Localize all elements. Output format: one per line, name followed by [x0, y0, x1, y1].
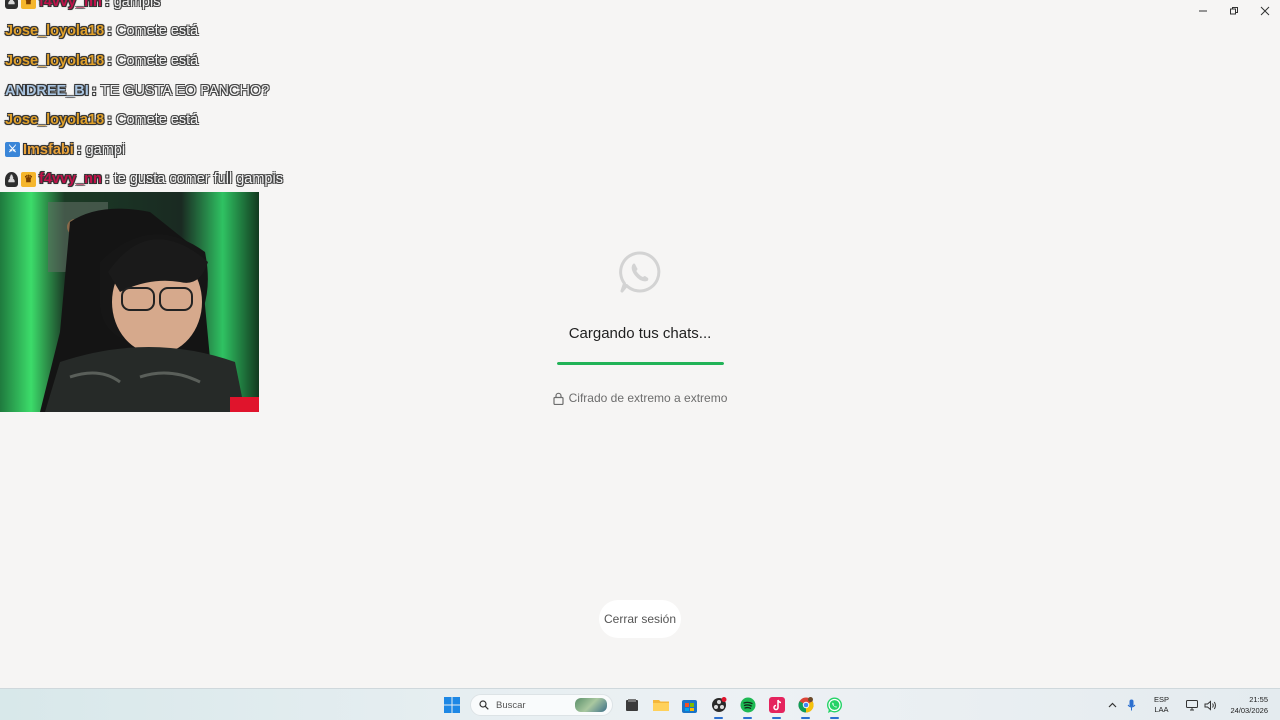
chat-separator: :: [107, 52, 112, 69]
language-switch[interactable]: ESP LAA: [1141, 689, 1181, 720]
whatsapp-icon: [827, 697, 842, 713]
person-badge-icon: ♟: [5, 0, 18, 10]
restore-icon: [1229, 7, 1238, 15]
chat-message: Jose_loyola18: Comete está: [0, 105, 420, 135]
chat-message: Jose_loyola18: Comete está: [0, 46, 420, 76]
close-icon: [1260, 6, 1269, 16]
chat-separator: :: [104, 0, 110, 10]
chat-text: Comete está: [116, 52, 199, 69]
loading-title: Cargando tus chats...: [568, 325, 712, 342]
chat-username: Jose_loyola18: [5, 112, 105, 129]
chat-username: ANDREE_BI: [5, 82, 89, 99]
clock-time: 21:55: [1249, 695, 1268, 704]
taskbar-app-obs[interactable]: [704, 689, 733, 720]
chevron-up-icon: [1109, 702, 1117, 708]
store-icon: [682, 699, 697, 713]
window-controls: [1187, 0, 1280, 22]
chat-text: te gusta comer full gampis: [113, 171, 283, 188]
close-button[interactable]: [1249, 0, 1280, 22]
folder-icon: [652, 700, 669, 711]
search-placeholder: Buscar: [496, 699, 526, 711]
chat-username: f4vvy_nn: [39, 171, 102, 188]
webcam-feed: [0, 192, 259, 412]
chat-separator: :: [76, 141, 82, 158]
windows-logo-icon: [443, 697, 460, 713]
chat-text: gampi: [85, 141, 126, 158]
microphone-icon: [1128, 699, 1136, 711]
taskbar-clock[interactable]: 21:55 24/03/2026: [1222, 694, 1280, 716]
encryption-notice: Cifrado de extremo a extremo: [440, 391, 840, 405]
person-badge-icon: ♟: [5, 171, 18, 187]
keyboard-layout: LAA: [1154, 705, 1169, 714]
chat-separator: :: [107, 23, 112, 40]
minimize-icon: [1198, 10, 1207, 12]
whatsapp-loading-panel: Cargando tus chats... Cifrado de extremo…: [440, 250, 840, 405]
webcam-image: [0, 192, 259, 412]
chat-separator: :: [107, 112, 112, 129]
chat-text: gampis: [113, 0, 161, 10]
restore-button[interactable]: [1218, 0, 1249, 22]
search-icon: [479, 700, 489, 710]
mod-badge-icon: ⚔: [5, 142, 20, 158]
system-tray: ESP LAA 21:55 24/03/2026: [1103, 689, 1280, 720]
taskbar-search[interactable]: Buscar: [470, 694, 613, 716]
obs-icon: [711, 697, 726, 712]
chrome-icon: [797, 697, 814, 713]
taskbar-app-spotify[interactable]: [733, 689, 762, 720]
lock-icon: [553, 392, 564, 405]
network-icon: [1186, 699, 1199, 710]
start-button[interactable]: [437, 689, 466, 720]
chat-separator: :: [104, 171, 110, 188]
taskbar-app-chrome[interactable]: [791, 689, 820, 720]
taskbar-app-whatsapp[interactable]: [820, 689, 849, 720]
chat-username: Jose_loyola18: [5, 52, 105, 69]
spotify-icon: [740, 697, 755, 713]
chat-username: Jose_loyola18: [5, 23, 105, 40]
chat-message: ANDREE_BI: TE GUSTA EO PANCHO?: [0, 76, 420, 106]
chat-username: Imsfabi: [23, 141, 74, 158]
chat-text: Comete está: [116, 112, 199, 129]
chat-message: Jose_loyola18: Comete está: [0, 17, 420, 47]
taskbar-apps: Buscar: [437, 689, 849, 720]
volume-icon: [1204, 699, 1217, 711]
taskbar-app-store[interactable]: [675, 689, 704, 720]
chat-text: Comete está: [116, 23, 199, 40]
minimize-button[interactable]: [1187, 0, 1218, 22]
chat-message: ⚔ Imsfabi: gampi: [0, 135, 420, 165]
chat-message: ♟ ♛ f4vvy_nn: te gusta comer full gampis: [0, 165, 420, 195]
loading-progress-bar: [556, 362, 724, 365]
language-code: ESP: [1153, 695, 1169, 704]
taskbar-app-tiktok[interactable]: [762, 689, 791, 720]
chat-message: ♟ ♛ f4vvy_nn: gampis: [0, 0, 420, 17]
taskbar: Buscar ESP LAA 21:55 24/03/2026: [0, 688, 1280, 720]
taskbar-app-notepad[interactable]: [617, 689, 646, 720]
taskbar-app-file-explorer[interactable]: [646, 689, 675, 720]
chat-username: f4vvy_nn: [39, 0, 102, 10]
tray-microphone[interactable]: [1122, 689, 1141, 720]
crown-badge-icon: ♛: [21, 0, 36, 10]
whatsapp-logo-icon: [619, 251, 661, 293]
search-highlight-image: [575, 698, 607, 712]
notepad-icon: [625, 699, 638, 711]
crown-badge-icon: ♛: [21, 171, 36, 187]
logout-button[interactable]: Cerrar sesión: [599, 600, 681, 638]
chat-text: TE GUSTA EO PANCHO?: [100, 82, 270, 99]
encryption-text: Cifrado de extremo a extremo: [568, 391, 728, 405]
chat-separator: :: [91, 82, 97, 99]
loading-progress-fill: [556, 362, 724, 365]
tray-overflow-button[interactable]: [1103, 689, 1122, 720]
clock-date: 24/03/2026: [1230, 706, 1268, 715]
tray-network-volume[interactable]: [1181, 689, 1222, 720]
stream-chat-overlay: ♟ ♛ f4vvy_nn: gampis Jose_loyola18: Comete es…: [0, 0, 420, 194]
tiktok-icon: [768, 697, 785, 713]
